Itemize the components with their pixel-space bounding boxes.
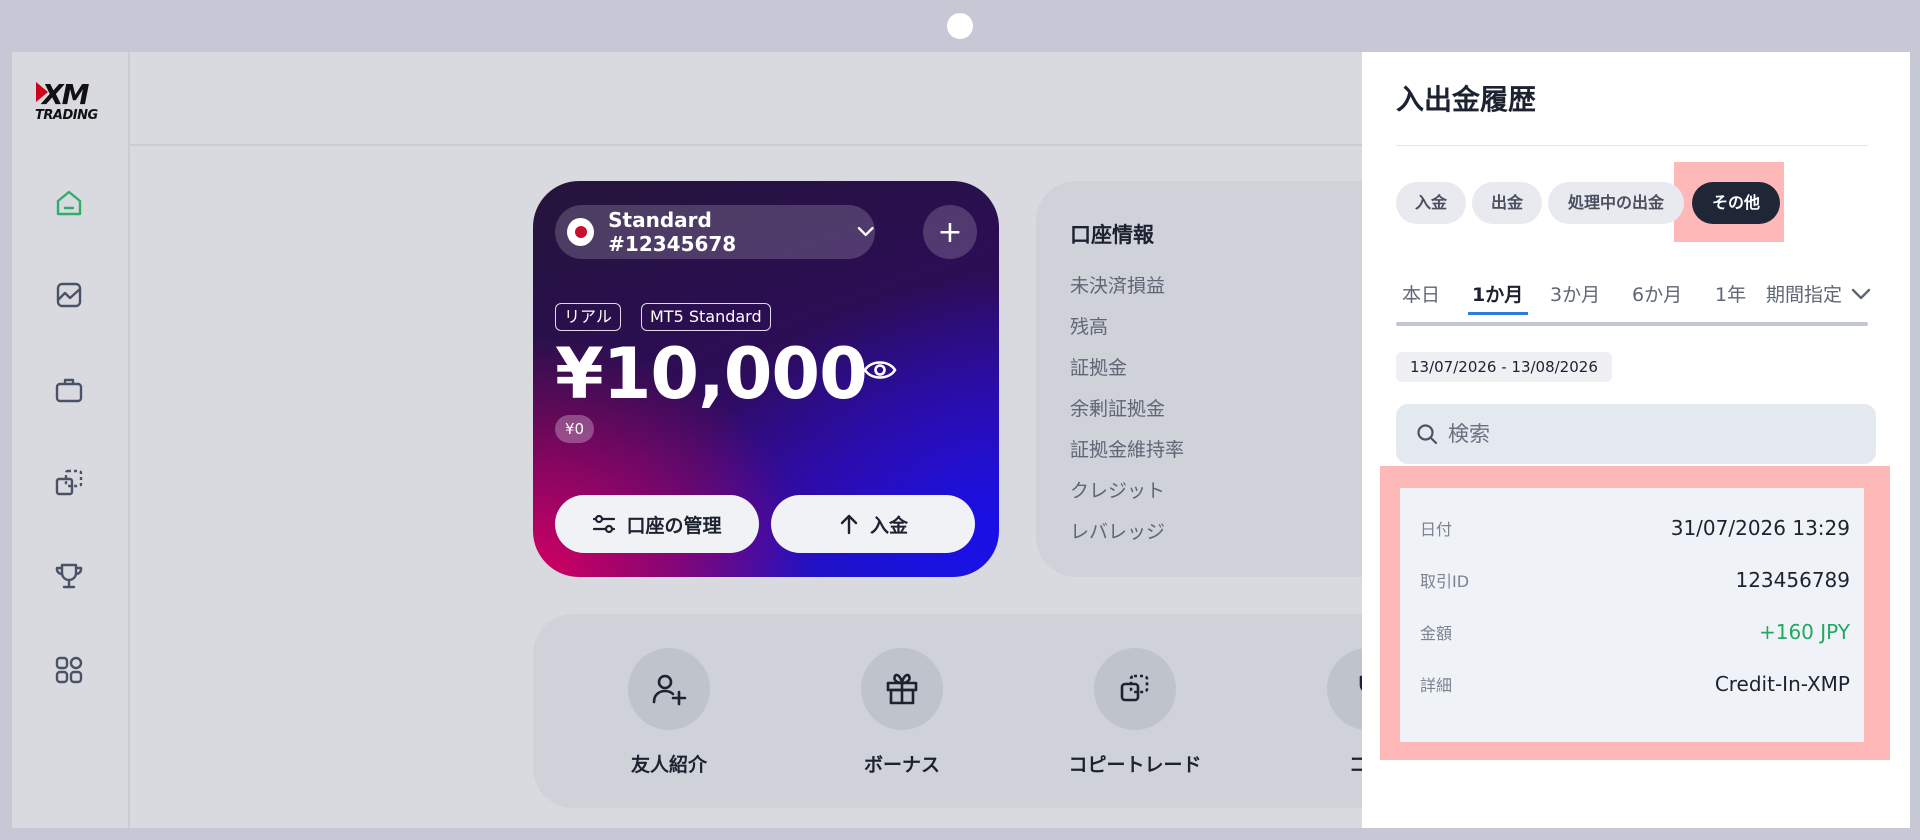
account-name: Standard #12345678	[608, 208, 737, 256]
period-6-months[interactable]: 6か月	[1632, 280, 1682, 307]
sidebar: XM TRADING	[12, 52, 130, 828]
account-card: Standard #12345678 + リアル MT5 Standard ¥1…	[533, 181, 999, 577]
transaction-history-panel: 入出金履歴 入金 出金 処理中の出金 その他 本日 1か月 3か月 6か月 1年…	[1362, 52, 1910, 828]
briefcase-icon[interactable]	[52, 373, 86, 407]
chip-pending-withdrawal[interactable]: 処理中の出金	[1548, 182, 1684, 224]
detail-date-label: 日付	[1420, 520, 1453, 539]
chart-icon[interactable]	[52, 278, 86, 312]
detail-row-txid: 取引ID 123456789	[1420, 568, 1850, 592]
period-custom[interactable]: 期間指定	[1766, 280, 1872, 307]
period-tab-track	[1396, 322, 1868, 326]
gift-icon	[861, 648, 943, 730]
copy-icon[interactable]	[52, 466, 86, 500]
detail-row-details: 詳細 Credit-In-XMP	[1420, 672, 1850, 696]
shortcut-copy-trade-label: コピートレード	[1068, 754, 1202, 776]
chip-other[interactable]: その他	[1692, 182, 1780, 224]
detail-details-value: Credit-In-XMP	[1714, 672, 1850, 696]
info-row-leverage: レバレッジ	[1070, 521, 1166, 543]
period-today[interactable]: 本日	[1402, 280, 1440, 307]
panel-divider	[1396, 145, 1868, 146]
logo-text: XM	[42, 78, 89, 111]
add-account-button[interactable]: +	[923, 205, 977, 259]
logo-subtext: TRADING	[35, 108, 98, 123]
app-screen: XM TRADING Standard #12345678 + リアル MT5 …	[12, 52, 1910, 828]
detail-amount-value: +160 JPY	[1758, 620, 1850, 644]
detail-details-label: 詳細	[1420, 676, 1453, 695]
shortcut-copy-trade[interactable]: コピートレード	[1045, 648, 1225, 777]
transaction-detail-card: 日付 31/07/2026 13:29 取引ID 123456789 金額 +1…	[1400, 488, 1864, 742]
search-box[interactable]	[1396, 404, 1876, 464]
shortcuts-bar: 友人紹介 ボーナス コピートレード コン	[533, 614, 1433, 808]
platform-tag: MT5 Standard	[641, 303, 771, 331]
sub-balance-badge: ¥0	[555, 415, 595, 443]
info-row-free-margin: 余剰証拠金	[1070, 398, 1166, 420]
account-type-tag: リアル	[555, 303, 621, 331]
shortcut-referral[interactable]: 友人紹介	[579, 648, 759, 777]
japan-flag-icon	[567, 218, 595, 246]
add-user-icon	[628, 648, 710, 730]
arrow-up-icon	[840, 514, 858, 535]
xm-logo[interactable]: XM TRADING	[34, 78, 108, 123]
detail-amount-label: 金額	[1420, 624, 1453, 643]
balance-amount: ¥10,000	[555, 333, 868, 415]
info-row-margin: 証拠金	[1070, 357, 1128, 379]
deposit-button[interactable]: 入金	[771, 495, 975, 553]
account-info-panel: 口座情報 未決済損益 残高 証拠金 余剰証拠金 証拠金維持率 クレジット レバレ…	[1036, 181, 1416, 577]
date-range: 13/07/2026 - 13/08/2026	[1396, 352, 1612, 382]
manage-account-button[interactable]: 口座の管理	[555, 495, 759, 553]
detail-txid-value: 123456789	[1735, 568, 1850, 592]
period-1-month[interactable]: 1か月	[1472, 280, 1523, 307]
apps-icon[interactable]	[52, 653, 86, 687]
period-custom-label: 期間指定	[1766, 284, 1843, 306]
chevron-down-icon	[1851, 288, 1871, 300]
manage-account-label: 口座の管理	[626, 514, 722, 537]
info-row-balance: 残高	[1070, 316, 1109, 338]
deposit-label: 入金	[869, 514, 908, 537]
copy-trade-icon	[1094, 648, 1176, 730]
chip-withdrawal[interactable]: 出金	[1472, 182, 1542, 224]
search-icon	[1417, 424, 1438, 445]
home-icon[interactable]	[52, 186, 86, 220]
shortcut-bonus-label: ボーナス	[863, 754, 940, 776]
detail-date-value: 31/07/2026 13:29	[1670, 516, 1850, 540]
eye-icon[interactable]	[863, 357, 897, 383]
info-row-credit: クレジット	[1070, 480, 1166, 502]
detail-row-amount: 金額 +160 JPY	[1420, 620, 1850, 644]
detail-row-date: 日付 31/07/2026 13:29	[1420, 516, 1850, 540]
panel-title: 入出金履歴	[1396, 83, 1537, 116]
sliders-icon	[593, 514, 616, 534]
account-selector[interactable]: Standard #12345678	[555, 205, 875, 259]
info-row-unrealized-pl: 未決済損益	[1070, 275, 1166, 297]
period-3-months[interactable]: 3か月	[1550, 280, 1600, 307]
account-info-title: 口座情報	[1070, 223, 1154, 247]
detail-txid-label: 取引ID	[1420, 572, 1470, 591]
active-period-underline	[1468, 312, 1528, 315]
period-1-year[interactable]: 1年	[1715, 280, 1746, 307]
chip-deposit[interactable]: 入金	[1396, 182, 1466, 224]
shortcut-bonus[interactable]: ボーナス	[812, 648, 992, 777]
info-row-margin-level: 証拠金維持率	[1070, 439, 1185, 461]
search-input[interactable]	[1448, 422, 1848, 446]
chevron-down-icon	[857, 226, 874, 237]
shortcut-referral-label: 友人紹介	[630, 754, 707, 776]
trophy-icon[interactable]	[52, 559, 86, 593]
camera-dot	[947, 13, 973, 39]
